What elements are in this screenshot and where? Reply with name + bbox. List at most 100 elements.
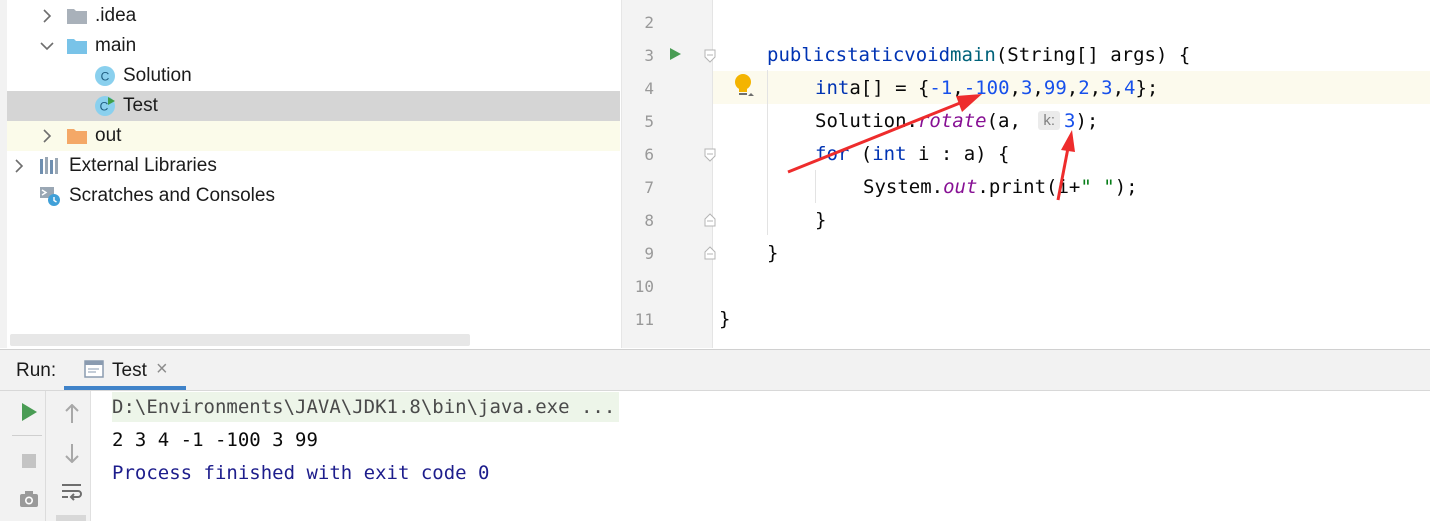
- console-output[interactable]: D:\Environments\JAVA\JDK1.8\bin\java.exe…: [100, 391, 1420, 521]
- code-line-9[interactable]: }: [767, 236, 778, 269]
- code-token: (: [849, 142, 873, 165]
- code-token: 99: [1043, 76, 1067, 99]
- code-token: -100: [963, 76, 1010, 99]
- fold-marker-icon[interactable]: [703, 148, 717, 162]
- code-line-7[interactable]: System. out .print(i+ " ");: [863, 170, 1138, 203]
- tree-item-external-libraries[interactable]: External Libraries: [7, 151, 620, 181]
- run-header: Run: Test ×: [0, 350, 1430, 391]
- code-token: (a,: [986, 109, 1033, 132]
- editor-gutter: 2 3 4 5 6 7 8 9 10 11: [622, 0, 716, 348]
- console-exit-message: Process finished with exit code 0: [112, 462, 490, 484]
- code-token: -1: [929, 76, 953, 99]
- tree-item-solution[interactable]: C Solution: [7, 61, 620, 91]
- line-number: 9: [644, 244, 654, 263]
- code-line-4[interactable]: int a[] = {-1, -100, 3, 99, 2, 3, 4};: [815, 71, 1158, 104]
- code-token: " ": [1080, 175, 1115, 198]
- camera-icon: [20, 491, 38, 507]
- svg-text:C: C: [101, 70, 110, 84]
- tree-item-out[interactable]: out: [7, 121, 620, 151]
- tree-item-label: Test: [123, 95, 158, 116]
- code-line-8[interactable]: }: [815, 203, 826, 236]
- tree-item-label: out: [95, 125, 122, 146]
- code-line-6[interactable]: for (int i : a) {: [815, 137, 1010, 170]
- code-token: void: [904, 43, 951, 66]
- run-gutter-icon[interactable]: [668, 47, 682, 61]
- rerun-button[interactable]: [16, 399, 42, 425]
- screenshot-button[interactable]: [16, 486, 42, 512]
- stop-icon: [22, 454, 36, 468]
- code-token: static: [835, 43, 905, 66]
- folder-icon: [66, 5, 88, 27]
- tree-item-scratches[interactable]: Scratches and Consoles: [7, 181, 620, 211]
- tree-item-label: Solution: [123, 65, 192, 86]
- line-number: 7: [644, 178, 654, 197]
- code-line-5[interactable]: Solution. rotate (a, k: 3);: [815, 104, 1098, 137]
- code-token: );: [1114, 175, 1138, 198]
- run-title: Run:: [16, 360, 57, 381]
- close-icon[interactable]: ×: [156, 358, 168, 381]
- project-tool-window: .idea main C Solution C Test out Externa…: [0, 0, 622, 348]
- scroll-up-button[interactable]: [59, 401, 85, 427]
- line-number: 11: [634, 310, 654, 329]
- project-side-strip: [0, 0, 7, 348]
- chevron-down-icon[interactable]: [39, 38, 55, 54]
- code-token: i : a) {: [906, 142, 1010, 165]
- tree-item-main[interactable]: main: [7, 31, 620, 61]
- code-token: int: [872, 142, 907, 165]
- indent-guide: [815, 170, 816, 203]
- fold-end-marker-icon[interactable]: [703, 213, 717, 227]
- line-number: 2: [644, 13, 654, 32]
- code-token: System.: [863, 175, 944, 198]
- svg-text:C: C: [100, 100, 109, 114]
- code-token: rotate: [917, 109, 987, 132]
- code-token: };: [1135, 76, 1159, 99]
- code-token: }: [815, 208, 827, 231]
- tree-item-idea[interactable]: .idea: [7, 1, 620, 31]
- toolbar-item-partial: [56, 515, 86, 521]
- runnable-class-icon: C: [94, 95, 116, 117]
- arrow-up-icon: [65, 404, 79, 423]
- parameter-hint: k:: [1038, 111, 1061, 130]
- stop-button[interactable]: [16, 448, 42, 474]
- code-editor[interactable]: 2 3 4 5 6 7 8 9 10 11 public static void…: [622, 0, 1430, 348]
- code-line-3[interactable]: public static void main (String[] args) {: [767, 38, 1190, 71]
- tree-item-test[interactable]: C Test: [7, 91, 620, 121]
- horizontal-scrollbar[interactable]: [10, 334, 470, 346]
- code-token: (String[] args) {: [995, 43, 1191, 66]
- code-token: );: [1075, 109, 1099, 132]
- code-token: public: [767, 43, 836, 66]
- code-token: 3: [1020, 76, 1033, 99]
- run-toolbar: [0, 391, 91, 521]
- run-tool-window: Run: Test × D:\Environments\JAVA\JDK1.8\…: [0, 349, 1430, 521]
- code-token: }: [767, 241, 779, 264]
- code-token: a[] = {: [849, 76, 930, 99]
- folder-icon: [66, 35, 88, 57]
- tab-test[interactable]: Test ×: [64, 350, 186, 390]
- soft-wrap-button[interactable]: [59, 479, 85, 505]
- play-icon: [22, 403, 37, 421]
- chevron-right-icon[interactable]: [11, 158, 27, 174]
- code-token: .print(i+: [977, 175, 1081, 198]
- code-token: 4: [1124, 76, 1136, 99]
- arrow-down-icon: [65, 444, 79, 463]
- scroll-down-button[interactable]: [59, 440, 85, 466]
- code-line-11[interactable]: }: [719, 302, 730, 335]
- chevron-right-icon[interactable]: [39, 8, 55, 24]
- libraries-icon: [39, 155, 61, 177]
- code-token: main: [950, 43, 996, 66]
- indent-guide: [767, 70, 768, 235]
- fold-marker-icon[interactable]: [703, 49, 717, 63]
- chevron-right-icon[interactable]: [39, 128, 55, 144]
- folder-icon: [66, 125, 88, 147]
- fold-end-marker-icon[interactable]: [703, 246, 717, 260]
- code-token: for: [815, 142, 850, 165]
- lightbulb-icon[interactable]: [732, 73, 754, 99]
- code-token: int: [815, 76, 850, 99]
- code-token: out: [943, 175, 978, 198]
- class-icon: C: [94, 65, 116, 87]
- line-number: 6: [644, 145, 654, 164]
- console-command-line: D:\Environments\JAVA\JDK1.8\bin\java.exe…: [112, 392, 620, 422]
- line-number: 5: [644, 112, 654, 131]
- tab-label: Test: [112, 360, 147, 381]
- line-number: 8: [644, 211, 654, 230]
